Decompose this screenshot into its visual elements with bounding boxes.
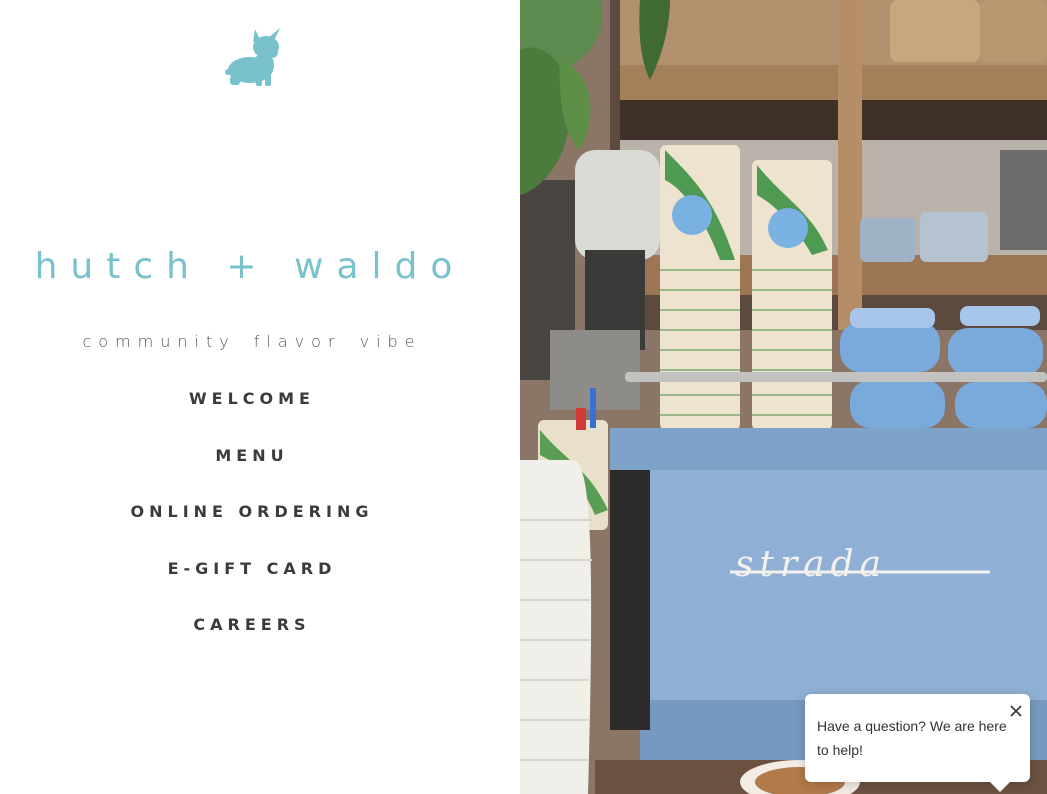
chat-popup[interactable]: Have a question? We are here to help! bbox=[805, 694, 1030, 792]
page: hutch + waldo community flavor vibe WELC… bbox=[0, 0, 1047, 794]
brand-tagline: community flavor vibe bbox=[82, 332, 422, 351]
nav-item-e-gift-card[interactable]: E-GIFT CARD bbox=[0, 556, 504, 613]
main-nav: WELCOME MENU ONLINE ORDERING E-GIFT CARD… bbox=[0, 386, 504, 669]
nav-item-online-ordering[interactable]: ONLINE ORDERING bbox=[0, 499, 504, 556]
french-bulldog-icon[interactable] bbox=[222, 26, 286, 88]
brand-name: hutch + waldo bbox=[34, 246, 466, 287]
close-icon[interactable] bbox=[1007, 702, 1025, 720]
chat-message: Have a question? We are here to help! bbox=[817, 718, 1007, 758]
nav-item-careers[interactable]: CAREERS bbox=[0, 612, 504, 669]
hero-photo: strada bbox=[520, 0, 1047, 794]
machine-label: strada bbox=[735, 544, 887, 585]
nav-item-menu[interactable]: MENU bbox=[0, 443, 504, 500]
left-panel: hutch + waldo community flavor vibe WELC… bbox=[0, 0, 520, 794]
nav-item-welcome[interactable]: WELCOME bbox=[0, 386, 504, 443]
